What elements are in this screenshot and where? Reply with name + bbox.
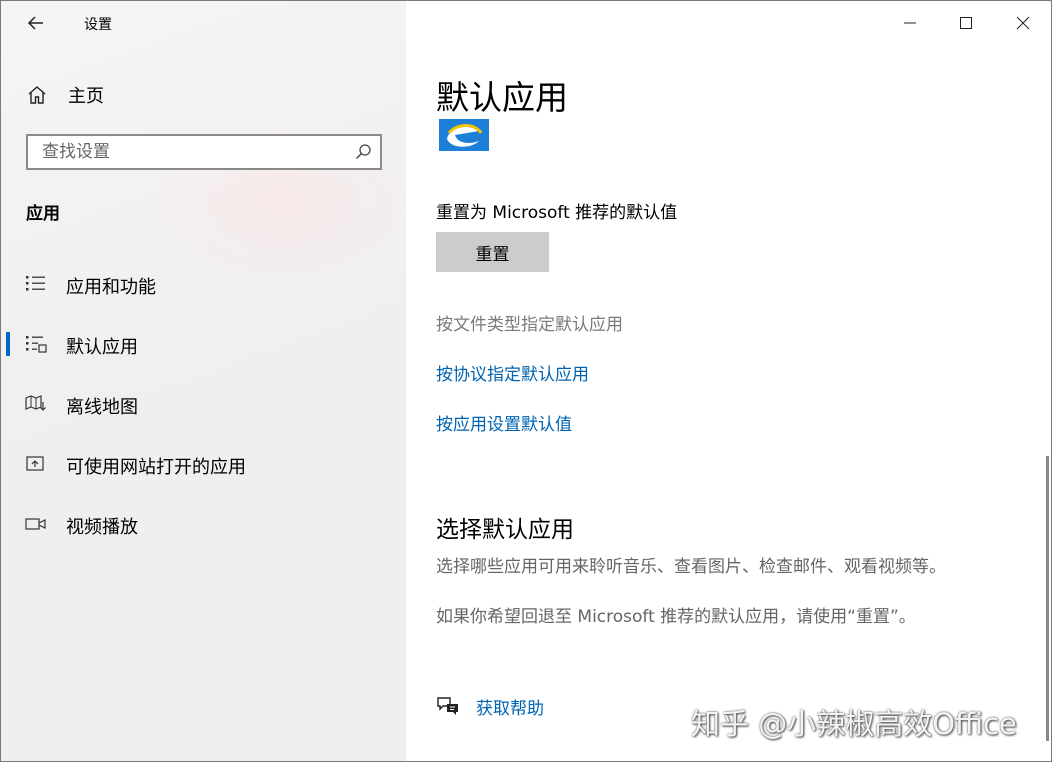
maximize-button[interactable] (952, 9, 980, 37)
sidebar-item-apps-for-websites[interactable]: 可使用网站打开的应用 (1, 444, 406, 484)
sidebar: 设置 主页 应用 应用和功能 (1, 1, 411, 761)
description-text: 选择哪些应用可用来聆听音乐、查看图片、检查邮件、观看视频等。 (436, 557, 946, 577)
sidebar-item-video-playback[interactable]: 视频播放 (1, 504, 406, 544)
link-by-app[interactable]: 按应用设置默认值 (436, 410, 572, 435)
close-icon (1016, 16, 1030, 30)
sidebar-item-label: 可使用网站打开的应用 (66, 457, 246, 478)
active-indicator (6, 332, 10, 356)
home-icon (28, 86, 46, 104)
help-chat-icon (437, 697, 458, 715)
sidebar-item-default-apps[interactable]: 默认应用 (1, 324, 406, 364)
search-input[interactable] (28, 136, 362, 168)
close-button[interactable] (1009, 9, 1037, 37)
sidebar-item-label: 离线地图 (66, 397, 138, 418)
get-help-label: 获取帮助 (476, 699, 544, 719)
edge-app-icon[interactable] (439, 119, 489, 151)
settings-window: 设置 主页 应用 应用和功能 (0, 0, 1052, 762)
apps-features-icon (26, 276, 45, 291)
home-label: 主页 (68, 86, 104, 107)
sidebar-item-label: 应用和功能 (66, 277, 156, 298)
search-box[interactable] (26, 134, 382, 170)
minimize-icon (904, 22, 916, 24)
reset-button[interactable]: 重置 (436, 232, 549, 272)
sidebar-section-title: 应用 (26, 204, 60, 224)
sidebar-item-offline-maps[interactable]: 离线地图 (1, 384, 406, 424)
link-by-protocol[interactable]: 按协议指定默认应用 (436, 360, 589, 385)
video-playback-icon (25, 518, 46, 530)
window-title: 设置 (84, 17, 112, 33)
search-icon[interactable] (354, 143, 372, 161)
watermark-text: 知乎 @小辣椒高效Office (691, 707, 1017, 741)
maximize-icon (960, 17, 972, 29)
sidebar-item-label: 视频播放 (66, 517, 138, 538)
minimize-button[interactable] (896, 9, 924, 37)
page-title: 默认应用 (436, 78, 568, 117)
link-by-file-type[interactable]: 按文件类型指定默认应用 (436, 310, 623, 335)
home-nav-item[interactable]: 主页 (26, 81, 104, 109)
back-button[interactable] (23, 9, 51, 37)
back-arrow-icon (27, 16, 43, 30)
reset-hint-text: 如果你希望回退至 Microsoft 推荐的默认应用，请使用“重置”。 (436, 607, 916, 627)
apps-for-websites-icon (26, 456, 44, 471)
default-apps-icon (26, 336, 47, 353)
scrollbar[interactable] (1046, 456, 1049, 741)
main-content: 默认应用 重置为 Microsoft 推荐的默认值 重置 按文件类型指定默认应用… (406, 1, 1051, 761)
reset-description: 重置为 Microsoft 推荐的默认值 (436, 203, 678, 223)
offline-maps-icon (25, 395, 46, 411)
section-title: 选择默认应用 (436, 517, 574, 543)
sidebar-item-label: 默认应用 (66, 337, 138, 358)
sidebar-item-apps-features[interactable]: 应用和功能 (1, 264, 406, 304)
